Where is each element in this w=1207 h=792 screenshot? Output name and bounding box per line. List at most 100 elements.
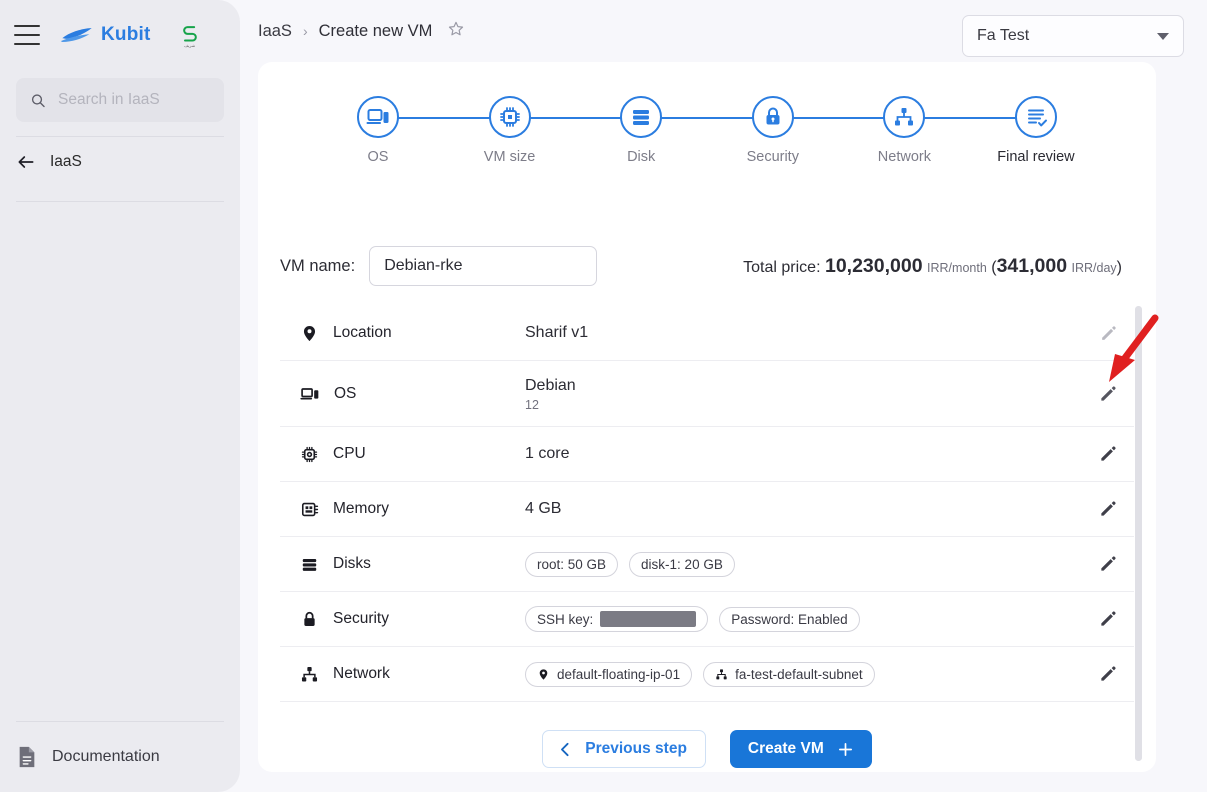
step-label-final-review: Final review [997,149,1075,165]
star-outline-icon[interactable] [447,20,465,43]
hamburger-icon[interactable] [14,25,40,45]
disk-chip-root[interactable]: root: 50 GB [525,551,619,577]
breadcrumb-separator: › [302,23,308,39]
summary-label-text: CPU [333,445,366,462]
vm-name-input[interactable] [369,246,598,286]
location-pin-icon [303,325,316,341]
project-select-value: Fa Test [977,27,1030,44]
step-final-review[interactable]: Final review [976,96,1096,165]
price-prefix: Total price: [743,258,821,276]
summary-row-memory: Memory 4 GB [280,482,1134,537]
lock-icon [766,107,780,125]
disk-chip-disk-1[interactable]: disk-1: 20 GB [629,551,735,577]
step-label-network: Network [877,149,931,165]
pencil-icon [1101,501,1116,516]
network-chip-subnet[interactable]: fa-test-default-subnet [703,661,875,687]
project-select[interactable]: Fa Test [962,15,1184,57]
step-security[interactable]: Security [713,96,833,165]
summary-scrollbar-track[interactable] [1135,306,1142,761]
step-circle-os [357,96,399,138]
previous-step-button[interactable]: Previous step [542,730,706,768]
security-chip-password[interactable]: Password: Enabled [719,606,860,632]
step-circle-final-review [1014,96,1057,138]
edit-network-button[interactable] [1088,664,1128,684]
step-os[interactable]: OS [318,96,438,165]
pencil-icon [1101,556,1116,571]
edit-security-button[interactable] [1088,609,1128,629]
pencil-icon [1101,446,1116,461]
step-vm-size[interactable]: VM size [450,96,570,165]
summary-row-value-location: Sharif v1 [525,323,1088,343]
chip-label: default-floating-ip-01 [557,666,681,682]
wizard-stepper: OS VM size Disk Security Network Final r… [318,96,1096,180]
sidebar-header: Kubit شریف [0,0,240,70]
price-monthly-unit: IRR/month [927,260,987,275]
partner-logo: شریف [175,20,205,50]
create-vm-card: OS VM size Disk Security Network Final r… [258,62,1156,772]
pencil-icon [1101,666,1116,681]
search-input[interactable] [58,91,210,109]
lock-icon [304,611,315,626]
redacted-ssh-key-value [600,611,697,627]
arrow-left-icon [18,156,34,168]
edit-memory-button[interactable] [1088,499,1128,519]
sidebar-item-documentation[interactable]: Documentation [16,722,224,792]
search-box[interactable] [16,78,224,122]
kubit-boat-icon [60,28,92,42]
summary-row-location: Location Sharif v1 [280,306,1134,361]
total-price: Total price: 10,230,000 IRR/month (341,0… [743,255,1122,278]
network-icon [301,666,318,682]
chip-label: root: 50 GB [537,556,607,572]
summary-value-text: 4 GB [525,500,562,517]
pencil-icon [1101,385,1116,401]
edit-cpu-button[interactable] [1088,444,1128,464]
chip-label: fa-test-default-subnet [735,666,863,682]
summary-row-cpu: CPU 1 core [280,427,1134,482]
step-disk[interactable]: Disk [581,96,701,165]
create-vm-button[interactable]: Create VM [729,730,872,768]
summary-row-value-os: Debian 12 [525,376,1088,412]
security-chip-ssh-key[interactable]: SSH key: [525,606,709,632]
edit-disks-button[interactable] [1088,554,1128,574]
summary-row-value-network: default-floating-ip-01 fa-test-default-s… [525,661,1088,687]
network-icon [895,108,914,126]
search-icon [31,93,45,107]
summary-value-text: Sharif v1 [525,324,589,341]
price-daily-amount: 341,000 [996,254,1068,277]
documentation-label: Documentation [52,748,160,765]
edit-os-button[interactable] [1088,384,1128,404]
chip-label: Password: Enabled [731,611,848,627]
step-label-os: OS [367,149,389,165]
summary-row-label-memory: Memory [280,500,525,519]
step-network[interactable]: Network [844,96,964,165]
breadcrumb-item-iaas[interactable]: IaaS [258,22,292,41]
cpu-chip-icon [301,446,318,462]
summary-value-text: 1 core [525,445,570,462]
step-label-vm-size: VM size [483,149,536,165]
chevron-down-icon [1157,32,1169,40]
summary-label-text: OS [334,384,357,402]
summary-row-value-cpu: 1 core [525,444,1088,464]
sidebar: Kubit شریف IaaS [0,0,240,792]
step-circle-vm-size [488,96,531,138]
summary-value-text: Debian [525,376,576,394]
create-vm-label: Create VM [747,740,824,757]
summary-row-value-security: SSH key: Password: Enabled [525,606,1088,632]
summary-scrollbar-thumb[interactable] [1135,306,1142,761]
vm-name-and-price-row: VM name: Total price: 10,230,000 IRR/mon… [280,246,1122,286]
summary-row-security: Security SSH key: Password: Enabled [280,592,1134,647]
step-label-security: Security [746,149,799,165]
brand-logo-group[interactable]: Kubit [60,24,151,46]
chevron-left-icon [561,742,569,756]
step-circle-security [751,96,794,138]
plus-icon [838,742,852,756]
breadcrumb: IaaS › Create new VM [258,20,465,43]
summary-row-network: Network default-floating-ip-01 fa-test-d… [280,647,1134,702]
breadcrumb-item-create-new-vm: Create new VM [318,21,433,40]
sidebar-item-iaas[interactable]: IaaS [16,137,224,187]
document-icon [19,746,35,768]
summary-label-text: Disks [333,555,371,572]
edit-location-button[interactable] [1088,324,1128,343]
price-daily-unit: IRR/day [1071,260,1117,275]
network-chip-floating-ip[interactable]: default-floating-ip-01 [525,661,693,687]
